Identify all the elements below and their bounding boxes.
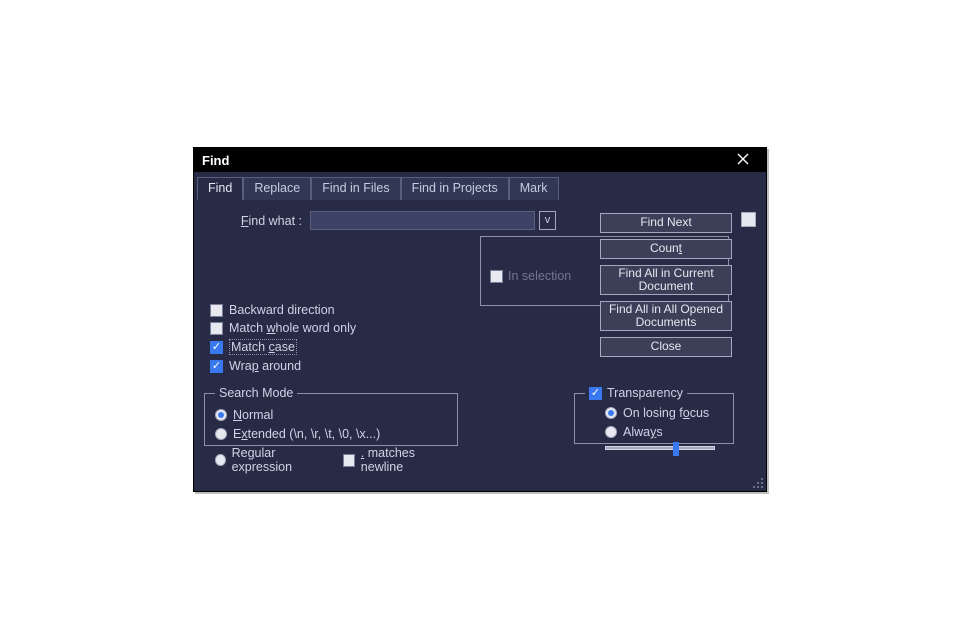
find-all-opened-button[interactable]: Find All in All Opened Documents bbox=[600, 301, 732, 331]
find-all-current-button[interactable]: Find All in Current Document bbox=[600, 265, 732, 295]
tab-mark[interactable]: Mark bbox=[509, 177, 559, 200]
swap-button[interactable] bbox=[741, 212, 756, 227]
regex-label[interactable]: Regular expression bbox=[232, 446, 325, 474]
backward-label[interactable]: Backward direction bbox=[229, 303, 335, 317]
backward-checkbox[interactable] bbox=[210, 304, 223, 317]
extended-radio[interactable] bbox=[215, 428, 227, 440]
tab-find-in-projects[interactable]: Find in Projects bbox=[401, 177, 509, 200]
normal-radio[interactable] bbox=[215, 409, 227, 421]
find-dialog: Find Find Replace Find in Files Find in … bbox=[193, 147, 767, 492]
transparency-group: Transparency On losing focus Always bbox=[574, 386, 734, 444]
transparency-checkbox[interactable] bbox=[589, 387, 602, 400]
button-column: Find Next Count Find All in Current Docu… bbox=[600, 213, 732, 357]
dot-newline-checkbox[interactable] bbox=[343, 454, 354, 467]
in-selection-label: In selection bbox=[508, 269, 571, 283]
normal-label[interactable]: Normal bbox=[233, 408, 273, 422]
match-case-label[interactable]: Match case bbox=[229, 339, 297, 355]
find-input[interactable] bbox=[310, 211, 535, 230]
always-label[interactable]: Always bbox=[623, 425, 663, 439]
titlebar[interactable]: Find bbox=[194, 148, 766, 172]
close-button[interactable]: Close bbox=[600, 337, 732, 357]
transparency-legend: Transparency bbox=[585, 386, 687, 400]
find-history-dropdown[interactable]: v bbox=[539, 211, 556, 230]
in-selection-checkbox[interactable] bbox=[490, 270, 503, 283]
close-icon[interactable] bbox=[728, 152, 758, 168]
always-radio[interactable] bbox=[605, 426, 617, 438]
search-mode-legend: Search Mode bbox=[215, 386, 297, 400]
option-checks: Backward direction Match whole word only… bbox=[210, 303, 356, 373]
tab-find[interactable]: Find bbox=[197, 177, 243, 200]
on-losing-focus-label[interactable]: On losing focus bbox=[623, 406, 709, 420]
resize-grip-icon[interactable] bbox=[752, 477, 764, 489]
dot-newline-label: . matches newline bbox=[361, 446, 447, 474]
whole-word-label[interactable]: Match whole word only bbox=[229, 321, 356, 335]
transparency-slider[interactable] bbox=[605, 446, 715, 450]
tabbar: Find Replace Find in Files Find in Proje… bbox=[194, 172, 766, 199]
content: Find what : v In selection Find Next Cou… bbox=[194, 199, 766, 491]
whole-word-checkbox[interactable] bbox=[210, 322, 223, 335]
count-button[interactable]: Count bbox=[600, 239, 732, 259]
find-next-button[interactable]: Find Next bbox=[600, 213, 732, 233]
on-losing-focus-radio[interactable] bbox=[605, 407, 617, 419]
tab-replace[interactable]: Replace bbox=[243, 177, 311, 200]
search-mode-group: Search Mode Normal Extended (\n, \r, \t,… bbox=[204, 386, 458, 446]
find-label: Find what : bbox=[206, 214, 306, 228]
tab-find-in-files[interactable]: Find in Files bbox=[311, 177, 400, 200]
regex-radio[interactable] bbox=[215, 454, 226, 466]
title-text: Find bbox=[202, 153, 728, 168]
wrap-around-label[interactable]: Wrap around bbox=[229, 359, 301, 373]
wrap-around-checkbox[interactable] bbox=[210, 360, 223, 373]
extended-label[interactable]: Extended (\n, \r, \t, \0, \x...) bbox=[233, 427, 380, 441]
match-case-checkbox[interactable] bbox=[210, 341, 223, 354]
transparency-legend-text: Transparency bbox=[607, 386, 683, 400]
